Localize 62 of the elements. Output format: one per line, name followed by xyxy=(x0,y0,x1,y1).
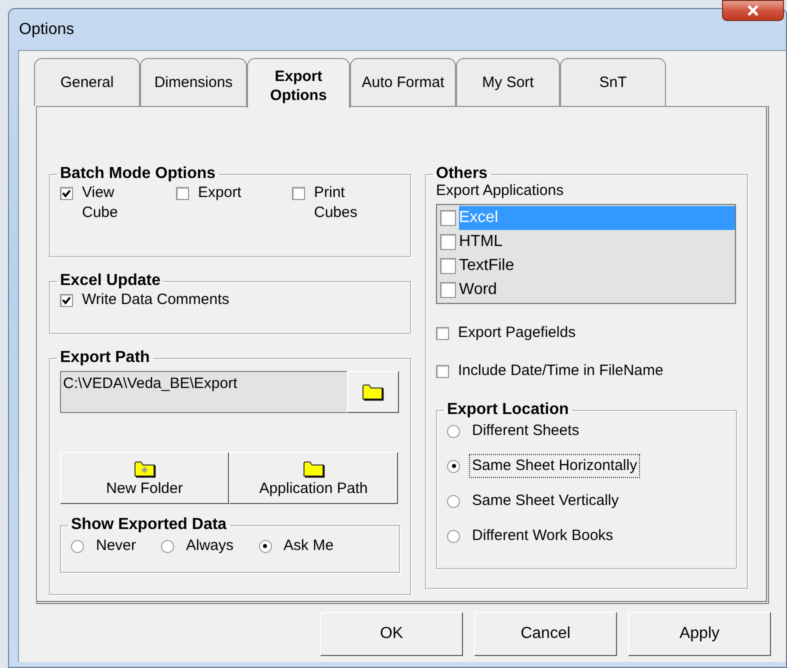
checkbox[interactable] xyxy=(60,294,73,306)
radio-button[interactable] xyxy=(71,540,84,552)
checkbox-label: Export Pagefields xyxy=(458,323,576,343)
radio-button[interactable] xyxy=(161,540,174,552)
checkmark-icon xyxy=(62,189,71,198)
checkbox-label: View Cube xyxy=(82,183,119,223)
checkbox[interactable] xyxy=(440,258,456,274)
new-folder-button[interactable]: New Folder xyxy=(60,452,229,504)
radio-label: Ask Me xyxy=(282,536,335,556)
radio-button[interactable] xyxy=(447,460,460,472)
path-field[interactable]: C:\VEDA\Veda_BE\Export xyxy=(60,371,347,413)
tab[interactable]: Auto Format xyxy=(350,58,456,106)
browse-button[interactable] xyxy=(347,371,399,413)
checkbox-label: Export xyxy=(198,183,242,203)
radio-label: Always xyxy=(185,536,235,556)
tab[interactable]: My Sort xyxy=(456,58,560,106)
list-item[interactable]: Word xyxy=(459,278,735,302)
list-item[interactable]: HTML xyxy=(459,230,735,254)
list-label: Export Applications xyxy=(436,181,565,201)
dialog-button[interactable]: OK xyxy=(320,612,463,656)
window-title: Options xyxy=(19,20,74,38)
checkbox[interactable] xyxy=(292,187,305,200)
checkbox[interactable] xyxy=(176,187,189,200)
new-folder-icon xyxy=(134,460,156,478)
checkbox[interactable] xyxy=(440,282,456,298)
radio-button[interactable] xyxy=(447,494,460,508)
checkbox[interactable] xyxy=(440,210,456,226)
radio-label: Different Work Books xyxy=(471,526,614,546)
group-title: Export Location xyxy=(446,401,570,419)
dialog-button[interactable]: Apply xyxy=(628,612,771,656)
application-path-button[interactable]: Application Path xyxy=(229,452,398,504)
checkbox-label: Print Cubes xyxy=(314,183,358,223)
folder-icon xyxy=(362,383,384,401)
tab[interactable]: SnT xyxy=(560,58,666,106)
tab[interactable]: Dimensions xyxy=(140,58,247,106)
group-title: Show Exported Data xyxy=(70,516,228,534)
checkbox-label: Include Date/Time in FileName xyxy=(458,361,664,381)
group-title: Export Path xyxy=(59,349,151,367)
tab[interactable]: General xyxy=(34,58,140,106)
radio-button[interactable] xyxy=(447,424,460,438)
group-title: Others xyxy=(435,165,489,183)
checkbox[interactable] xyxy=(436,364,449,378)
radio-label: Never xyxy=(95,536,138,556)
tab[interactable]: Export Options xyxy=(247,58,350,108)
close-button[interactable] xyxy=(722,0,784,21)
list-item[interactable]: TextFile xyxy=(459,254,735,278)
checkbox[interactable] xyxy=(440,234,456,250)
checkmark-icon xyxy=(62,296,71,304)
close-icon xyxy=(747,5,759,16)
radio-button[interactable] xyxy=(258,540,272,552)
radio-label: Same Sheet Horizontally xyxy=(469,454,640,478)
checkbox-label: Write Data Comments xyxy=(82,290,230,310)
applications-list[interactable]: Excel HTML TextFile Word xyxy=(436,204,736,304)
dialog-button[interactable]: Cancel xyxy=(474,612,617,656)
folder-icon xyxy=(302,460,324,478)
checkbox[interactable] xyxy=(60,187,73,200)
group-title: Excel Update xyxy=(59,272,162,290)
checkbox[interactable] xyxy=(436,326,449,340)
radio-label: Different Sheets xyxy=(471,421,580,441)
radio-label: Same Sheet Vertically xyxy=(471,491,620,511)
group-title: Batch Mode Options xyxy=(59,165,217,183)
radio-button[interactable] xyxy=(447,530,460,542)
